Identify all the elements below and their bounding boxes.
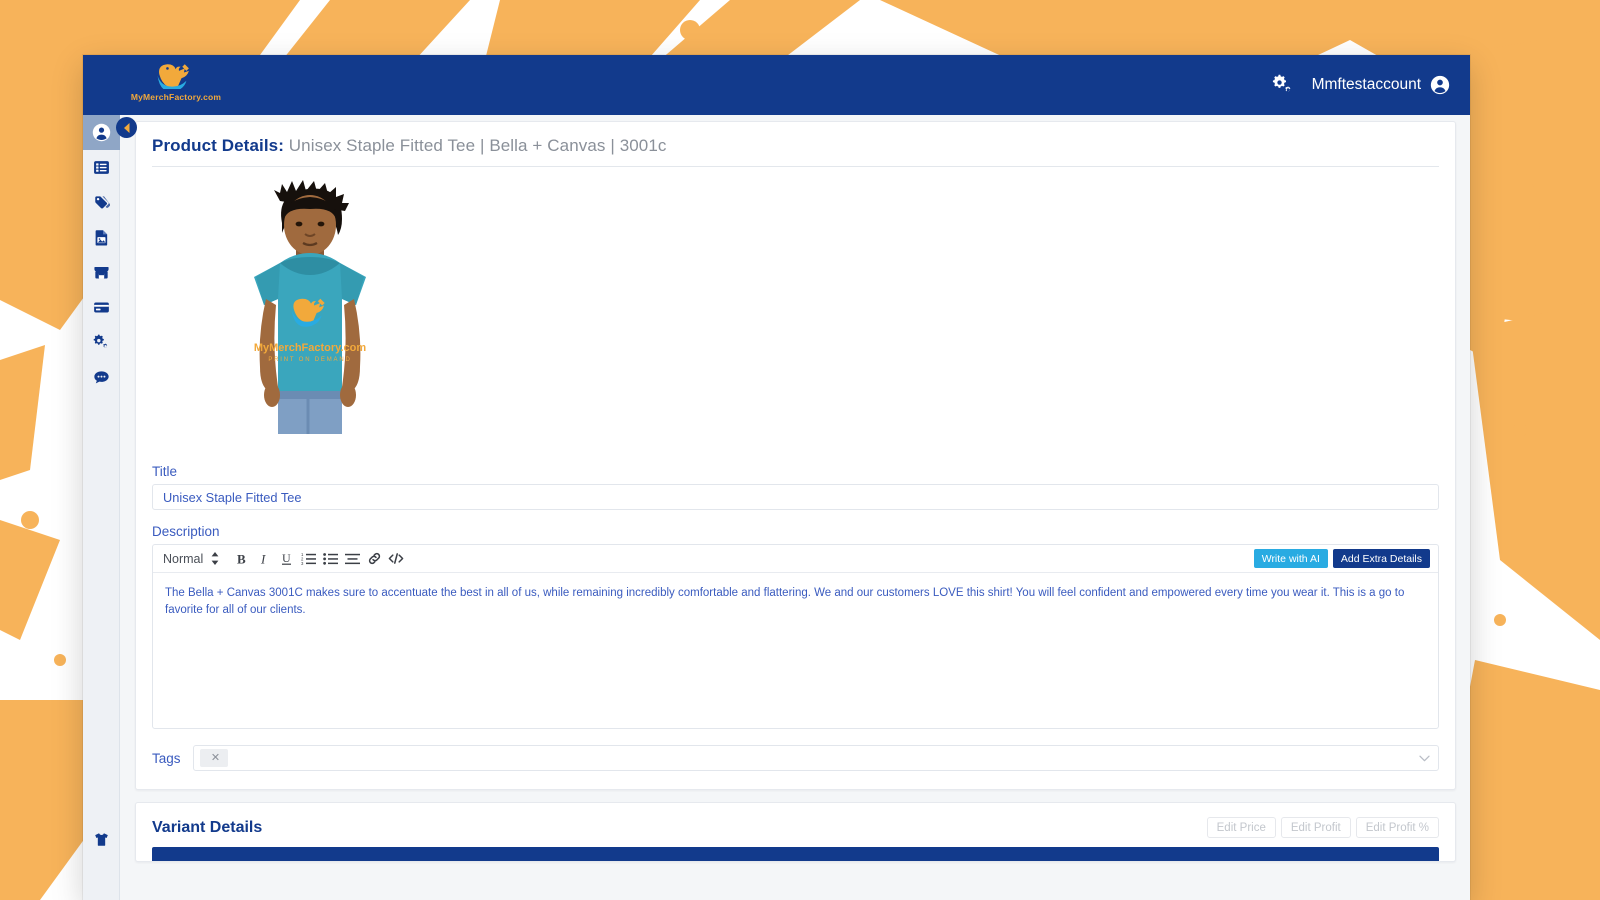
sidebar-item-designs[interactable] (83, 220, 120, 255)
format-dropdown[interactable]: Normal (163, 552, 203, 566)
svg-text:U: U (282, 551, 291, 565)
sidebar-bottom-group (83, 822, 120, 857)
format-stepper[interactable] (207, 552, 223, 565)
chevron-down-icon (1419, 755, 1430, 762)
brand-name: MyMerchFactory.com (130, 92, 222, 102)
variant-details-header: Variant Details Edit Price Edit Profit E… (152, 817, 1439, 838)
gears-icon[interactable] (1272, 74, 1294, 96)
topbar-right-group: Mmftestaccount (1272, 55, 1450, 115)
title-input[interactable] (152, 484, 1439, 510)
svg-text:B: B (237, 552, 246, 566)
bird-logo-icon (157, 64, 190, 89)
variant-action-buttons: Edit Price Edit Profit Edit Profit % (1206, 817, 1439, 838)
sidebar-item-settings[interactable] (83, 325, 120, 360)
sidebar-item-support[interactable] (83, 360, 120, 395)
rich-text-editor: Normal B I U 1 2 3 Write with AI Add Ext… (152, 544, 1439, 729)
tags-input[interactable]: ✕ (192, 745, 1439, 771)
bullet-list-icon (322, 553, 338, 565)
variant-details-card: Variant Details Edit Price Edit Profit E… (135, 802, 1456, 862)
sidebar-item-billing[interactable] (83, 290, 120, 325)
variant-table-header (152, 847, 1439, 861)
title-label: Title (152, 464, 178, 479)
account-name: Mmftestaccount (1311, 76, 1421, 93)
credit-card-icon (94, 302, 109, 313)
align-button[interactable] (341, 548, 363, 570)
underline-icon: U (281, 551, 291, 565)
write-with-ai-button[interactable]: Write with AI (1253, 549, 1328, 568)
svg-text:MyMerchFactory.com: MyMerchFactory.com (254, 342, 366, 354)
description-field-group: Description Normal B I U 1 2 3 Write wit… (152, 524, 1439, 729)
product-image[interactable]: MyMerchFactory.com PRINT ON DEMAND (210, 179, 410, 434)
link-icon (368, 552, 380, 565)
image-file-icon (95, 230, 108, 246)
edit-profit-percent-button[interactable]: Edit Profit % (1355, 817, 1439, 838)
chevron-left-icon (123, 122, 129, 133)
italic-icon: I (260, 552, 266, 566)
model-tshirt-mockup-icon: MyMerchFactory.com PRINT ON DEMAND (210, 179, 410, 434)
tags-icon (95, 196, 110, 209)
tag-chip[interactable]: ✕ (199, 749, 228, 767)
sidebar-collapse-button[interactable] (116, 117, 137, 138)
tags-dropdown-toggle[interactable] (1419, 749, 1430, 767)
page-title-value: Unisex Staple Fitted Tee | Bella + Canva… (288, 136, 667, 155)
product-details-card: Product Details: Unisex Staple Fitted Te… (135, 121, 1456, 790)
heading-divider (152, 166, 1439, 167)
title-field-group: Title (152, 464, 1439, 510)
chat-bubble-icon (94, 371, 109, 384)
sidebar-item-stores[interactable] (83, 255, 120, 290)
italic-button[interactable]: I (253, 548, 275, 570)
sidebar-item-tags[interactable] (83, 185, 120, 220)
account-circle-icon (92, 123, 111, 142)
top-navigation-bar: MyMerchFactory.com Mmftestaccount (83, 55, 1470, 115)
ordered-list-icon: 1 2 3 (301, 552, 316, 565)
account-menu[interactable]: Mmftestaccount (1312, 75, 1450, 95)
description-editor-body[interactable]: The Bella + Canvas 3001C makes sure to a… (153, 573, 1438, 728)
tshirt-icon (95, 833, 108, 846)
tags-label: Tags (152, 750, 181, 766)
bold-icon: B (237, 552, 246, 566)
svg-text:3: 3 (301, 561, 304, 565)
page-title: Product Details: Unisex Staple Fitted Te… (152, 136, 1439, 156)
up-down-arrows-icon (211, 552, 219, 565)
sidebar-item-account[interactable] (83, 115, 120, 150)
left-icon-rail (83, 115, 137, 900)
brand-logo[interactable]: MyMerchFactory.com (111, 61, 241, 102)
gears-icon (93, 334, 108, 348)
editor-toolbar: Normal B I U 1 2 3 Write with AI Add Ext… (153, 545, 1438, 573)
variant-details-title: Variant Details (152, 818, 263, 836)
underline-button[interactable]: U (275, 548, 297, 570)
link-button[interactable] (363, 548, 385, 570)
align-icon (344, 553, 360, 565)
close-icon[interactable]: ✕ (211, 752, 220, 764)
svg-text:I: I (260, 552, 266, 566)
bullet-list-button[interactable] (319, 548, 341, 570)
store-icon (94, 266, 109, 279)
application-window: MyMerchFactory.com Mmftestaccount Produc… (83, 55, 1470, 900)
add-extra-details-button[interactable]: Add Extra Details (1332, 549, 1430, 568)
sidebar-item-orders[interactable] (83, 150, 120, 185)
edit-price-button[interactable]: Edit Price (1206, 817, 1276, 838)
person-circle-icon (1430, 75, 1450, 95)
page-title-label: Product Details: (152, 136, 284, 155)
main-content-area: Product Details: Unisex Staple Fitted Te… (120, 115, 1470, 900)
code-button[interactable] (385, 548, 407, 570)
sidebar-item-products[interactable] (83, 822, 120, 857)
list-icon (94, 161, 109, 174)
bold-button[interactable]: B (231, 548, 253, 570)
code-icon (388, 553, 404, 564)
edit-profit-button[interactable]: Edit Profit (1280, 817, 1351, 838)
tags-field-group: Tags ✕ (152, 745, 1439, 771)
ordered-list-button[interactable]: 1 2 3 (297, 548, 319, 570)
description-label: Description (152, 524, 220, 539)
svg-text:PRINT ON DEMAND: PRINT ON DEMAND (268, 357, 351, 363)
